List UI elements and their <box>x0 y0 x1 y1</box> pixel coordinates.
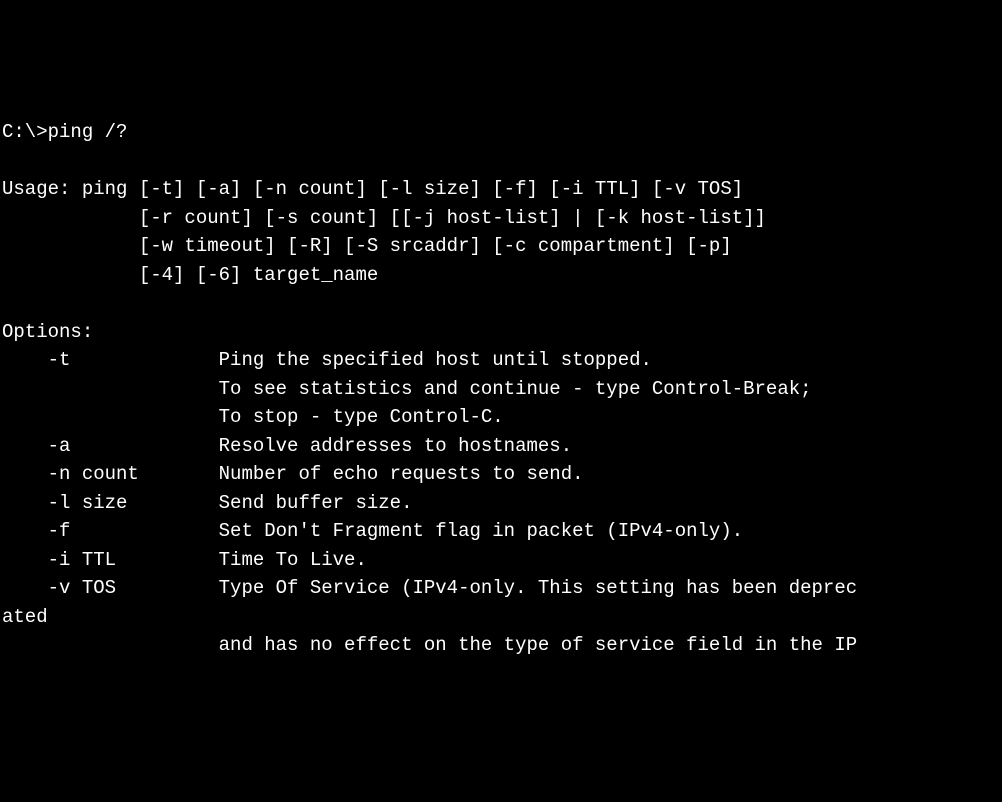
terminal-output[interactable]: C:\>ping /? Usage: ping [-t] [-a] [-n co… <box>2 118 1000 660</box>
option-t-line-3: To stop - type Control-C. <box>2 406 504 428</box>
option-t-line-1: -t Ping the specified host until stopped… <box>2 349 652 371</box>
command-prompt-line: C:\>ping /? <box>2 121 127 143</box>
option-v-line-2: ated <box>2 606 48 628</box>
option-t-line-2: To see statistics and continue - type Co… <box>2 378 812 400</box>
options-header: Options: <box>2 321 93 343</box>
usage-line-1: Usage: ping [-t] [-a] [-n count] [-l siz… <box>2 178 743 200</box>
option-v-line-3: and has no effect on the type of service… <box>2 634 857 656</box>
option-f-line: -f Set Don't Fragment flag in packet (IP… <box>2 520 743 542</box>
usage-line-4: [-4] [-6] target_name <box>2 264 378 286</box>
option-l-line: -l size Send buffer size. <box>2 492 412 514</box>
usage-line-2: [-r count] [-s count] [[-j host-list] | … <box>2 207 766 229</box>
option-v-line-1: -v TOS Type Of Service (IPv4-only. This … <box>2 577 857 599</box>
usage-line-3: [-w timeout] [-R] [-S srcaddr] [-c compa… <box>2 235 732 257</box>
option-a-line: -a Resolve addresses to hostnames. <box>2 435 572 457</box>
option-n-line: -n count Number of echo requests to send… <box>2 463 584 485</box>
option-i-line: -i TTL Time To Live. <box>2 549 367 571</box>
